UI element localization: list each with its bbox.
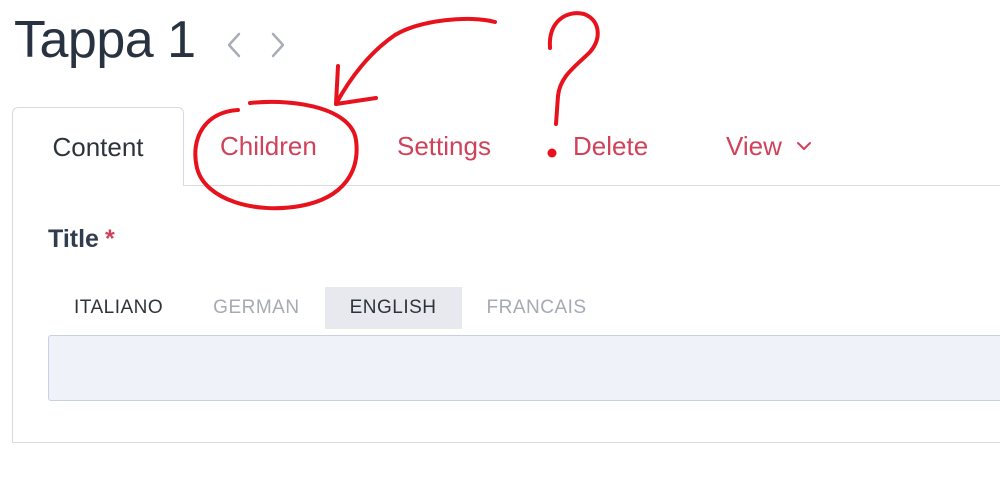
next-page-button[interactable] xyxy=(266,30,290,60)
tab-view-label: View xyxy=(726,130,782,161)
language-tabs: ITALIANO GERMAN ENGLISH FRANCAIS xyxy=(49,287,612,329)
tab-delete[interactable]: Delete xyxy=(573,107,648,185)
title-label-text: Title xyxy=(48,225,99,253)
tab-settings[interactable]: Settings xyxy=(397,107,491,185)
annotation-arrow xyxy=(334,16,497,106)
required-mark: * xyxy=(104,225,115,253)
title-field-label: Title * xyxy=(48,225,115,254)
chevron-right-icon xyxy=(271,32,285,58)
language-tab-english[interactable]: ENGLISH xyxy=(324,287,462,329)
chevron-down-icon xyxy=(796,142,811,150)
content-panel: Title * ITALIANO GERMAN ENGLISH FRANCAIS xyxy=(12,185,1000,443)
tab-children[interactable]: Children xyxy=(220,107,317,185)
annotation-arrowhead xyxy=(334,64,378,106)
language-tab-german[interactable]: GERMAN xyxy=(188,287,324,329)
page-title: Tappa 1 xyxy=(14,11,196,69)
pager xyxy=(222,30,290,60)
previous-page-button[interactable] xyxy=(222,30,246,60)
language-tab-italiano[interactable]: ITALIANO xyxy=(49,287,188,329)
tab-content[interactable]: Content xyxy=(12,107,184,186)
tab-bar: Content Children Settings Delete View xyxy=(12,107,1000,186)
title-input[interactable] xyxy=(48,335,1000,401)
tab-view[interactable]: View xyxy=(726,107,812,185)
chevron-left-icon xyxy=(227,32,241,58)
page: Tappa 1 Content Children Settings Delete… xyxy=(0,0,1000,489)
language-tab-francais[interactable]: FRANCAIS xyxy=(462,287,612,329)
